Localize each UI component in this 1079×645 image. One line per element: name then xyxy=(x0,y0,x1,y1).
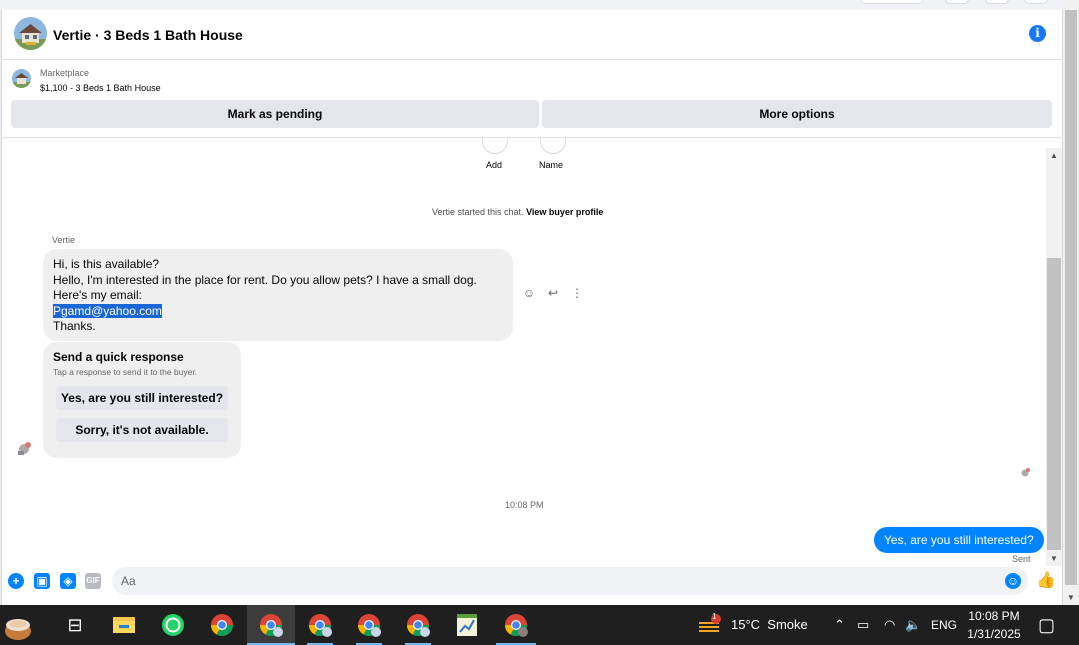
clock-date: 1/31/2025 xyxy=(967,627,1021,641)
sticker-icon[interactable]: ◈ xyxy=(60,573,76,589)
chrome-profile-icon[interactable] xyxy=(503,612,529,638)
listing-thumbnail[interactable] xyxy=(12,69,31,88)
emoji-icon[interactable]: ☺ xyxy=(1005,573,1021,589)
photo-icon[interactable]: ▣ xyxy=(34,573,50,589)
spreadsheet-app-icon[interactable] xyxy=(454,612,480,638)
mark-as-pending-button[interactable]: Mark as pending xyxy=(11,100,539,128)
add-contact-icon[interactable] xyxy=(482,138,508,154)
more-dots-icon[interactable]: ⋮ xyxy=(570,286,584,300)
scrollbar-thumb[interactable] xyxy=(1047,258,1061,550)
listing-bar: Marketplace $1,100 - 3 Beds 1 Bath House… xyxy=(2,60,1064,138)
file-explorer-icon[interactable] xyxy=(111,612,137,638)
thumbs-up-icon[interactable]: 👍 xyxy=(1036,573,1056,589)
clock-time: 10:08 PM xyxy=(968,609,1020,623)
chrome-profile-icon[interactable] xyxy=(405,612,431,638)
info-icon[interactable]: i xyxy=(1029,25,1046,42)
quick-response-card: Send a quick response Tap a response to … xyxy=(43,342,241,458)
scroll-down-icon[interactable]: ▼ xyxy=(1050,554,1058,563)
chrome-profile-icon[interactable] xyxy=(258,612,284,638)
incoming-message-bubble[interactable]: Hi, is this available? Hello, I'm intere… xyxy=(43,249,513,341)
listing-price-title[interactable]: $1,100 - 3 Beds 1 Bath House xyxy=(40,83,161,93)
view-buyer-profile-link[interactable]: View buyer profile xyxy=(526,207,603,217)
message-line: Thanks. xyxy=(53,319,96,334)
more-options-button[interactable]: More options xyxy=(542,100,1052,128)
page-scrollbar-thumb[interactable] xyxy=(1065,10,1077,585)
task-view-icon[interactable]: ⊟ xyxy=(62,612,88,638)
screen: Vertie · 3 Beds 1 Bath House i Marketpla… xyxy=(0,0,1079,645)
show-hidden-icons-icon[interactable]: ⌃ xyxy=(834,605,845,645)
message-line: Hello, I'm interested in the place for r… xyxy=(53,272,477,287)
top-tab-stub[interactable] xyxy=(860,0,924,4)
notifications-icon[interactable]: ▢ xyxy=(1038,605,1055,645)
quick-response-no-button[interactable]: Sorry, it's not available. xyxy=(56,418,228,442)
edit-name-icon[interactable] xyxy=(540,138,566,154)
quick-response-yes-button[interactable]: Yes, are you still interested? xyxy=(56,386,228,410)
quick-response-title: Send a quick response xyxy=(53,350,184,364)
browser-top-strip xyxy=(0,0,1079,10)
coffee-start-icon[interactable] xyxy=(2,607,34,641)
top-avatar-stub[interactable] xyxy=(1024,0,1048,4)
sender-avatar[interactable] xyxy=(14,438,34,458)
composer: + ▣ ◈ GIF Aa ☺ 👍 xyxy=(2,563,1064,605)
message-line: Hi, is this available? xyxy=(53,257,160,271)
battery-icon[interactable]: ▭ xyxy=(857,605,869,645)
add-contact-label[interactable]: Add xyxy=(486,160,502,170)
gif-icon[interactable]: GIF xyxy=(85,573,101,589)
sender-name: Vertie xyxy=(52,235,76,245)
message-timestamp: 10:08 PM xyxy=(505,500,544,510)
chrome-profile-icon[interactable] xyxy=(307,612,333,638)
reply-icon[interactable]: ↩ xyxy=(546,286,560,300)
weather-badge: 1 xyxy=(712,612,717,621)
weather-icon[interactable] xyxy=(698,613,722,637)
plus-icon[interactable]: + xyxy=(8,573,24,589)
weather-text[interactable]: 15°C Smoke xyxy=(731,605,808,645)
scroll-up-icon[interactable]: ▲ xyxy=(1050,151,1058,160)
page-scrollbar[interactable]: ▼ xyxy=(1063,0,1079,605)
chat-header: Vertie · 3 Beds 1 Bath House i xyxy=(2,10,1064,60)
chat-started-notice: Vertie started this chat. View buyer pro… xyxy=(432,207,603,217)
message-list: Add Name Vertie started this chat. View … xyxy=(2,138,1047,563)
chat-window: Vertie · 3 Beds 1 Bath House i Marketpla… xyxy=(1,10,1064,605)
volume-icon[interactable]: 🔈 xyxy=(905,605,921,645)
seen-avatar-icon xyxy=(1018,465,1032,479)
chrome-icon[interactable] xyxy=(209,612,235,638)
top-icon-stub[interactable] xyxy=(985,0,1009,4)
chrome-profile-icon[interactable] xyxy=(356,612,382,638)
delivery-status: Sent xyxy=(1012,554,1031,563)
react-smiley-icon[interactable]: ☺ xyxy=(522,286,536,300)
outgoing-message-bubble[interactable]: Yes, are you still interested? xyxy=(874,527,1044,553)
message-input[interactable]: Aa xyxy=(112,567,1028,595)
page-scroll-down-icon[interactable]: ▼ xyxy=(1067,593,1075,602)
quick-response-subtitle: Tap a response to send it to the buyer. xyxy=(53,367,198,377)
windows-taskbar: ⊟ 1 15°C Smoke ⌃ ▭ ◠ 🔈 ENG 10:08 PM 1/31… xyxy=(0,605,1079,645)
whatsapp-icon[interactable] xyxy=(160,612,186,638)
edit-name-label[interactable]: Name xyxy=(539,160,563,170)
chat-started-text: Vertie started this chat. xyxy=(432,207,524,217)
buyer-email[interactable]: Pgamd@yahoo.com xyxy=(53,303,162,318)
message-scrollbar[interactable]: ▲ ▼ xyxy=(1046,148,1062,566)
wifi-icon[interactable]: ◠ xyxy=(884,605,895,645)
listing-category: Marketplace xyxy=(40,68,90,78)
language-indicator[interactable]: ENG xyxy=(931,605,957,645)
taskbar-clock[interactable]: 10:08 PM 1/31/2025 xyxy=(960,607,1028,643)
message-actions: ☺ ↩ ⋮ xyxy=(522,286,584,300)
listing-avatar[interactable] xyxy=(14,17,47,50)
top-icon-stub[interactable] xyxy=(945,0,969,4)
message-line: Here's my email: xyxy=(53,288,142,303)
chat-title[interactable]: Vertie · 3 Beds 1 Bath House xyxy=(53,27,243,43)
